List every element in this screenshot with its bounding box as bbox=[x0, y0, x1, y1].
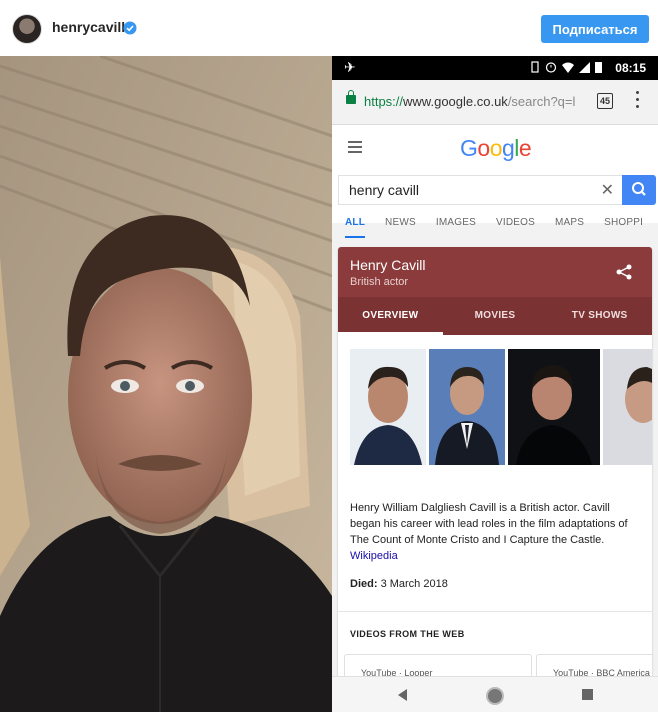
search-query-text: henry cavill bbox=[349, 182, 420, 198]
battery-icon bbox=[595, 62, 602, 73]
menu-icon[interactable] bbox=[348, 141, 362, 153]
tab-overview[interactable]: OVERVIEW bbox=[338, 297, 443, 335]
google-header: Google henry cavill ✕ bbox=[332, 125, 658, 223]
logo-letter: o bbox=[477, 135, 490, 161]
wikipedia-link[interactable]: Wikipedia bbox=[350, 550, 398, 562]
actor-photo-1[interactable] bbox=[350, 349, 426, 465]
browser-menu-icon[interactable] bbox=[634, 91, 640, 111]
died-value: 3 March 2018 bbox=[380, 578, 448, 590]
google-results-page: Google henry cavill ✕ ALL NEWS IMAGES VIDEO… bbox=[332, 125, 658, 677]
wifi-icon bbox=[562, 62, 574, 73]
verified-badge-icon bbox=[123, 21, 137, 35]
search-tab-videos[interactable]: VIDEOS bbox=[496, 215, 535, 239]
username-link[interactable]: henrycavill bbox=[52, 19, 125, 35]
actor-photo-2[interactable] bbox=[429, 349, 505, 465]
image-carousel[interactable] bbox=[350, 349, 652, 465]
share-icon[interactable] bbox=[616, 264, 632, 280]
follow-button[interactable]: Подписаться bbox=[541, 15, 649, 43]
search-tab-shoppi[interactable]: SHOPPI bbox=[604, 215, 643, 239]
search-tab-images[interactable]: IMAGES bbox=[436, 215, 476, 239]
logo-letter: o bbox=[489, 135, 503, 161]
divider bbox=[338, 611, 652, 612]
url-domain: www.google.co.uk bbox=[403, 94, 508, 109]
entity-description: Henry William Dalgliesh Cavill is a Brit… bbox=[350, 500, 642, 564]
google-logo[interactable]: Google bbox=[460, 135, 532, 162]
knowledge-panel-header: Henry Cavill British actor bbox=[338, 247, 652, 297]
knowledge-panel-tabs: OVERVIEW MOVIES TV SHOWS bbox=[338, 297, 652, 335]
status-icons bbox=[530, 61, 602, 73]
search-input[interactable]: henry cavill ✕ bbox=[338, 175, 624, 205]
actor-photo-3[interactable] bbox=[508, 349, 600, 465]
search-type-tabs: ALL NEWS IMAGES VIDEOS MAPS SHOPPI bbox=[332, 215, 658, 239]
vibrate-icon bbox=[531, 61, 539, 73]
logo-letter: g bbox=[501, 135, 515, 161]
search-tab-maps[interactable]: MAPS bbox=[555, 215, 584, 239]
logo-letter: G bbox=[460, 135, 478, 161]
clear-search-icon[interactable]: ✕ bbox=[601, 180, 614, 200]
status-bar: ✈ 08:15 bbox=[332, 56, 658, 80]
search-tab-news[interactable]: NEWS bbox=[385, 215, 416, 239]
tab-tv-shows[interactable]: TV SHOWS bbox=[547, 297, 652, 335]
search-button[interactable] bbox=[622, 175, 656, 205]
entity-name: Henry Cavill bbox=[350, 257, 426, 273]
description-text: Henry William Dalgliesh Cavill is a Brit… bbox=[350, 502, 628, 546]
search-tab-all[interactable]: ALL bbox=[345, 215, 366, 238]
browser-address-bar[interactable]: https://www.google.co.uk/search?q=l 45 bbox=[332, 80, 658, 125]
android-nav-bar bbox=[332, 676, 658, 712]
post-header: henrycavill Подписаться bbox=[0, 0, 658, 57]
url-path: /search?q=l bbox=[507, 94, 576, 109]
url-scheme: https:// bbox=[364, 94, 404, 109]
airplane-mode-icon: ✈ bbox=[344, 59, 356, 75]
search-icon bbox=[632, 182, 646, 196]
selfie-photo-drawing bbox=[0, 56, 332, 712]
logo-letter: e bbox=[518, 135, 532, 161]
google-logo-text: Google bbox=[460, 135, 532, 161]
avatar[interactable] bbox=[12, 14, 42, 44]
alarm-icon bbox=[545, 62, 557, 73]
selfie-photo bbox=[0, 56, 332, 712]
videos-heading: VIDEOS FROM THE WEB bbox=[350, 629, 465, 639]
home-icon[interactable] bbox=[486, 687, 504, 705]
lock-icon bbox=[346, 90, 356, 104]
phone-screenshot: ✈ 08:15 https://www.google.co.uk/search?… bbox=[332, 56, 658, 712]
url-text[interactable]: https://www.google.co.uk/search?q=l bbox=[364, 94, 586, 109]
signal-icon bbox=[579, 61, 590, 73]
actor-photo-4[interactable] bbox=[603, 349, 652, 465]
back-icon[interactable] bbox=[398, 689, 407, 701]
video-card-1[interactable]: YouTube · Looper bbox=[344, 654, 532, 677]
entity-subtitle: British actor bbox=[350, 276, 409, 288]
knowledge-panel: Henry Cavill British actor OVERVIEW MOVIE… bbox=[338, 247, 652, 677]
died-label: Died: bbox=[350, 578, 378, 590]
status-time: 08:15 bbox=[615, 61, 646, 75]
video-card-2[interactable]: YouTube · BBC America bbox=[536, 654, 652, 677]
tab-movies[interactable]: MOVIES bbox=[443, 297, 548, 335]
died-fact: Died: 3 March 2018 bbox=[350, 578, 448, 590]
tab-switcher-button[interactable]: 45 bbox=[597, 93, 613, 109]
recent-apps-icon[interactable] bbox=[582, 689, 593, 700]
